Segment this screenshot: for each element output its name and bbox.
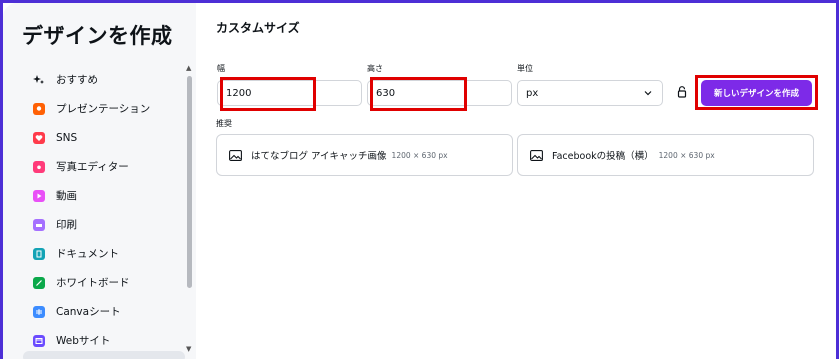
sidebar-item-label: Webサイト <box>56 335 111 347</box>
unit-select-value: px <box>526 87 539 99</box>
image-icon <box>530 149 543 161</box>
sidebar-item-whiteboard[interactable]: ホワイトボード <box>33 268 183 297</box>
sidebar-item-label: SNS <box>56 131 78 144</box>
scroll-up-arrow[interactable]: ▲ <box>186 64 191 72</box>
sidebar-item-label: ホワイトボード <box>56 277 130 289</box>
recommended-card-hatena[interactable]: はてなブログ アイキャッチ画像 1200 × 630 px <box>216 134 513 176</box>
recommended-card-facebook[interactable]: Facebookの投稿（横） 1200 × 630 px <box>517 134 814 176</box>
lock-icon[interactable] <box>677 86 687 98</box>
height-input[interactable]: 630 <box>367 80 512 106</box>
recommended-label: 推奨 <box>216 119 232 128</box>
sidebar-item-label: 印刷 <box>56 219 77 231</box>
sidebar-item-canva-sheet[interactable]: Canvaシート <box>33 297 183 326</box>
sidebar-item-label: Canvaシート <box>56 306 121 318</box>
video-icon <box>33 189 45 202</box>
sidebar-item-sns[interactable]: SNS <box>33 123 183 152</box>
height-label: 高さ <box>367 64 383 73</box>
sidebar-item-label: プレゼンテーション <box>56 103 151 115</box>
width-input[interactable]: 1200 <box>217 80 362 106</box>
recommended-card-dims: 1200 × 630 px <box>391 150 448 160</box>
sidebar: デザインを作成 おすすめ プレゼンテーション SNS 写真エディター 動画 印刷… <box>3 3 196 359</box>
unit-label: 単位 <box>517 64 533 73</box>
recommended-card-name: Facebookの投稿（横） <box>552 151 654 162</box>
whiteboard-icon <box>33 276 45 289</box>
sidebar-item-document[interactable]: ドキュメント <box>33 239 183 268</box>
page-title: カスタムサイズ <box>216 21 300 35</box>
sidebar-item-label: おすすめ <box>56 74 98 86</box>
sidebar-list: おすすめ プレゼンテーション SNS 写真エディター 動画 印刷 ドキュメント … <box>33 65 183 355</box>
document-icon <box>33 247 45 260</box>
unit-select[interactable]: px <box>517 80 663 106</box>
camera-icon <box>33 160 45 173</box>
recommended-card-name: はてなブログ アイキャッチ画像 <box>251 151 387 162</box>
printer-icon <box>33 218 45 231</box>
recommended-card-dims: 1200 × 630 px <box>658 150 715 160</box>
sidebar-item-video[interactable]: 動画 <box>33 181 183 210</box>
image-icon <box>229 149 242 161</box>
sidebar-item-partial[interactable] <box>23 351 185 359</box>
width-label: 幅 <box>217 64 225 73</box>
chevron-down-icon <box>644 91 652 96</box>
heart-icon <box>33 131 45 144</box>
sidebar-item-label: 動画 <box>56 190 77 202</box>
sidebar-item-label: 写真エディター <box>56 161 129 173</box>
sidebar-scrollbar-thumb[interactable] <box>187 76 192 288</box>
create-design-button[interactable]: 新しいデザインを作成 <box>701 80 812 106</box>
sidebar-item-print[interactable]: 印刷 <box>33 210 183 239</box>
sidebar-item-photo-editor[interactable]: 写真エディター <box>33 152 183 181</box>
sidebar-title: デザインを作成 <box>22 24 173 48</box>
sidebar-item-label: ドキュメント <box>56 248 119 260</box>
presentation-icon <box>33 102 45 115</box>
website-icon <box>33 334 45 347</box>
sidebar-item-recommended[interactable]: おすすめ <box>33 65 183 94</box>
sheet-icon <box>33 305 45 318</box>
sparkle-icon <box>33 74 45 86</box>
scroll-down-arrow[interactable]: ▼ <box>186 345 191 353</box>
sidebar-item-presentation[interactable]: プレゼンテーション <box>33 94 183 123</box>
